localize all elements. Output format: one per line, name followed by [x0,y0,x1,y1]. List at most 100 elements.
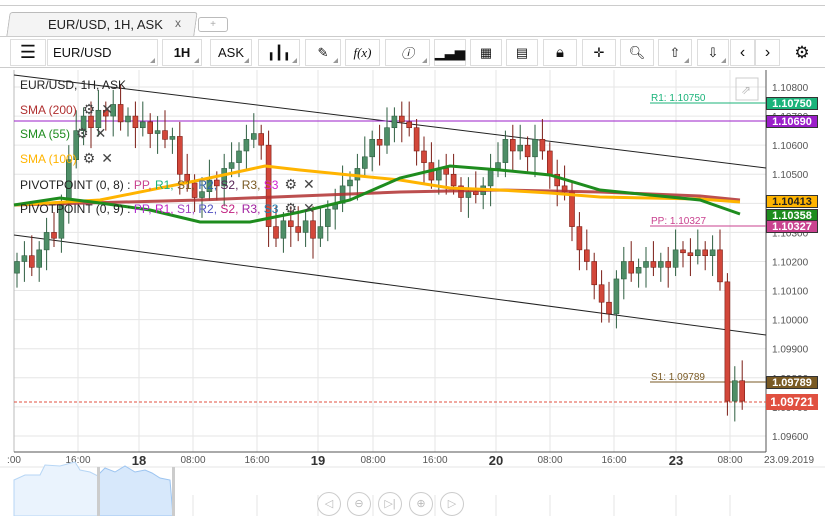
legend-sma55: SMA (55) ⚙ ✕ [20,125,106,142]
zoom-out-button[interactable]: ⊖ [347,492,371,516]
close-icon[interactable]: ✕ [303,176,315,192]
lock-icon: 🔒︎ [556,44,564,61]
pivot1-label: PIVOTPOINT (0, 8) [20,178,124,192]
candle-body [125,115,131,123]
candle-body [687,252,694,256]
chart-area[interactable]: 1.108001.107001.106001.105001.104001.103… [0,70,825,517]
s2-item: S2, [220,178,239,192]
candle-body [472,191,479,195]
zoom-in-button[interactable]: ⊕ [409,492,433,516]
candle-body [147,121,153,134]
price-tick-label: 1.10800 [772,83,809,94]
go-latest-button[interactable]: ▷| [378,492,402,516]
navigator-left-handle[interactable] [97,467,100,516]
candle-body [509,139,516,152]
lock-button[interactable]: 🔒︎ [543,39,577,66]
close-icon[interactable]: ✕ [101,101,113,117]
cloud-download-icon: ⇩ [707,44,719,60]
tab-close-button[interactable]: x [175,16,181,30]
candle-body [324,208,331,227]
info-icon: ⓘ [400,46,414,61]
info-button[interactable]: ⓘ [385,39,430,66]
menu-button[interactable]: ☰ [10,39,46,66]
candle-body [613,278,620,315]
drawing-button[interactable]: ✎ [305,39,341,66]
zoom-button[interactable]: 🔍︎ [620,39,654,66]
candle-body [28,255,35,268]
candle-body [228,162,235,169]
pp-level-label: PP: 1.10327 [651,216,706,227]
next-button[interactable]: › [755,39,780,66]
zoom-out-icon: ⊖ [354,498,364,510]
r1-item: R1, [154,178,174,192]
candle-body [177,136,183,175]
news-button[interactable]: ▤ [506,39,538,66]
close-icon[interactable]: ✕ [303,200,315,216]
upload-button[interactable]: ⇧ [658,39,692,66]
candle-body [569,191,575,227]
crosshair-button[interactable]: ✛ [582,39,616,66]
candle-body [524,144,531,158]
candle-body [391,115,398,129]
period-select[interactable]: 1H [162,39,202,66]
close-icon[interactable]: ✕ [101,150,113,166]
candle-body [465,191,472,198]
candle-body [665,261,672,268]
navigator-right-handle[interactable] [172,467,175,516]
price-tick-label: 1.10600 [772,141,809,152]
pp-item: PP, [133,178,152,192]
cloud-upload-icon: ⇧ [669,44,681,60]
candle-body [280,220,287,239]
price-tick-label: 1.10500 [772,170,809,181]
candle-body [251,133,257,140]
sma55-label: SMA (55) [20,127,71,141]
candle-body [724,281,731,402]
volume-button[interactable]: ▁▃▅ [434,39,466,66]
candle-body [606,301,612,315]
scroll-right-button[interactable]: ▷ [440,492,464,516]
candle-body [317,226,324,239]
s1-level-label: S1: 1.09789 [651,372,705,383]
gear-icon[interactable]: ⚙ [76,125,89,141]
symbol-select[interactable]: EUR/USD [47,39,158,66]
gear-icon: ⚙ [794,42,810,62]
side-select[interactable]: ASK [210,39,252,66]
download-button[interactable]: ⇩ [697,39,729,66]
candle-body [709,249,716,256]
candle-body [672,249,679,268]
gear-icon[interactable]: ⚙ [284,176,297,192]
candle-body [487,168,494,187]
zoom-in-icon: ⊕ [416,498,426,510]
r1-price-label: 1.10750 [766,97,818,110]
close-icon[interactable]: ✕ [95,125,107,141]
gear-icon[interactable]: ⚙ [284,200,297,216]
sma100-label: SMA (100) [20,152,77,166]
candle-body [376,139,383,146]
add-tab-button[interactable]: + [198,17,228,32]
symbol-value: EUR/USD [53,45,112,60]
price-chart[interactable]: 1.108001.107001.106001.105001.104001.103… [0,70,825,517]
gear-icon[interactable]: ⚙ [83,101,96,117]
gear-icon[interactable]: ⚙ [83,150,96,166]
prev-button[interactable]: ‹ [730,39,755,66]
candle-body [132,115,139,129]
chart-type-button[interactable]: ╻┃╻ [258,39,300,66]
scroll-left-button[interactable]: ◁ [317,492,341,516]
indicators-button[interactable]: f(x) [345,39,380,66]
pencil-icon: ✎ [317,44,329,60]
calendar-button[interactable]: ▦ [470,39,502,66]
candle-body [310,220,316,239]
price-tick-label: 1.10100 [772,287,809,298]
r1-level-label: R1: 1.10750 [651,93,706,104]
r1-item: R1, [154,202,174,216]
chevron-left-icon: ‹ [739,43,746,61]
candle-body [532,139,538,158]
candle-body [680,249,686,254]
candle-body [731,380,738,402]
chevron-right-icon: › [764,43,771,61]
candles-icon: ╻┃╻ [267,44,291,60]
settings-button[interactable]: ⚙ [788,39,816,66]
pivot2-label: PIVOTPOINT (0, 9) [20,202,124,216]
tab-label: EUR/USD, 1H, ASK [48,17,163,32]
time-tick-label: :00 [7,455,21,466]
